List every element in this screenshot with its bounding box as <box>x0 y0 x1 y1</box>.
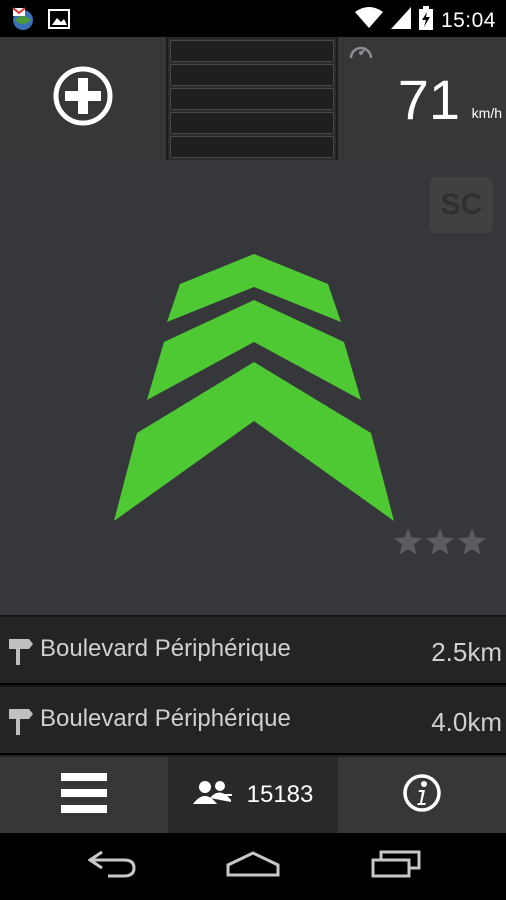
speed-value: 71 <box>397 68 460 131</box>
info-button[interactable] <box>338 757 506 833</box>
road-sign-icon <box>9 637 33 670</box>
signal-bar <box>170 88 334 110</box>
bottom-bar: 15183 <box>0 755 506 833</box>
top-bar: 71 km/h <box>0 37 506 162</box>
add-alert-button[interactable] <box>0 37 166 160</box>
speed-display[interactable]: 71 km/h <box>338 37 506 160</box>
info-icon <box>402 773 442 818</box>
speed-unit: km/h <box>471 105 502 121</box>
star-icon <box>394 528 422 555</box>
community-users-button[interactable]: 15183 <box>168 757 338 833</box>
image-icon <box>48 9 70 34</box>
road-name: Boulevard Périphérique <box>40 635 291 662</box>
home-button[interactable] <box>193 833 313 900</box>
signal-bar <box>170 40 334 62</box>
battery-charging-icon <box>418 6 433 35</box>
status-bar: 15:04 <box>0 0 506 37</box>
back-icon <box>87 850 136 883</box>
recents-icon <box>371 850 421 883</box>
system-nav-bar <box>0 833 506 900</box>
rating-stars <box>394 528 486 555</box>
road-sign-icon <box>9 707 33 740</box>
home-icon <box>226 851 280 882</box>
signal-bar <box>170 136 334 158</box>
recents-button[interactable] <box>336 833 456 900</box>
menu-button[interactable] <box>0 757 168 833</box>
clock: 15:04 <box>440 8 496 32</box>
hamburger-menu-icon <box>61 772 107 818</box>
back-button[interactable] <box>52 833 172 900</box>
list-item[interactable]: Boulevard Périphérique 2.5km <box>0 615 506 683</box>
signal-bar <box>170 112 334 134</box>
user-count: 15183 <box>246 781 314 808</box>
star-icon <box>426 528 454 555</box>
plus-circle-icon <box>52 65 114 132</box>
gmail-icon <box>10 6 36 37</box>
signal-bar <box>170 64 334 86</box>
list-item[interactable]: Boulevard Périphérique 4.0km <box>0 685 506 753</box>
road-name: Boulevard Périphérique <box>40 705 291 732</box>
wifi-icon <box>354 7 383 34</box>
cell-signal-icon <box>390 7 411 34</box>
road-distance: 2.5km <box>431 637 502 667</box>
users-group-icon <box>192 780 233 811</box>
speedometer-icon <box>348 40 374 67</box>
road-distance: 4.0km <box>431 707 502 737</box>
star-icon <box>458 528 486 555</box>
direction-panel: SC <box>0 160 506 615</box>
signal-strength-bars <box>166 37 338 160</box>
